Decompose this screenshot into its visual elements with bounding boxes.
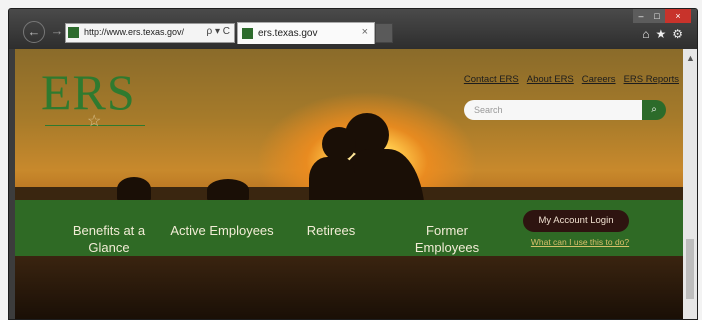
search-button[interactable]: ⌕ [642, 100, 666, 120]
browser-tab[interactable]: ers.texas.gov × [237, 22, 375, 44]
account-login-button[interactable]: My Account Login [523, 210, 629, 232]
window-controls: – □ × [633, 9, 691, 23]
tree-silhouette [117, 177, 151, 201]
search-icon: ⌕ [651, 104, 657, 115]
tab-title: ers.texas.gov [258, 28, 318, 39]
site-favicon-icon [68, 27, 79, 38]
nav-benefits[interactable]: Benefits at a Glance [61, 222, 157, 256]
tab-close-button[interactable]: × [362, 26, 368, 38]
careers-link[interactable]: Careers [582, 74, 616, 85]
address-url: http://www.ers.texas.gov/ [84, 27, 185, 37]
tree-silhouette [207, 179, 249, 201]
ground-silhouette [15, 256, 683, 319]
search-input[interactable]: Search [464, 100, 642, 120]
close-window-button[interactable]: × [665, 9, 691, 23]
minimize-button[interactable]: – [633, 9, 649, 23]
account-help-link[interactable]: What can I use this to do? [522, 237, 638, 247]
nav-former-employees[interactable]: Former Employees [407, 222, 487, 256]
scroll-thumb[interactable] [686, 239, 694, 299]
contact-link[interactable]: Contact ERS [464, 74, 519, 85]
tab-favicon-icon [242, 28, 253, 39]
new-tab-button[interactable] [375, 23, 393, 43]
toolbar-icons[interactable]: ⌂★⚙ [642, 27, 689, 41]
texas-outline-icon: ☆ [87, 113, 102, 130]
child-silhouette [322, 127, 356, 161]
top-links: Contact ERS About ERS Careers ERS Report… [464, 74, 679, 85]
address-tools[interactable]: ρ ▾ C [207, 26, 231, 37]
search-placeholder: Search [474, 105, 503, 115]
browser-window: ← → http://www.ers.texas.gov/ ρ ▾ C ers.… [8, 8, 698, 320]
back-button[interactable]: ← [23, 21, 45, 43]
address-bar[interactable]: http://www.ers.texas.gov/ ρ ▾ C [65, 23, 235, 43]
scroll-up-icon[interactable]: ▲ [686, 53, 695, 63]
nav-active-employees[interactable]: Active Employees [167, 222, 277, 239]
browser-toolbar: ← → http://www.ers.texas.gov/ ρ ▾ C ers.… [9, 9, 697, 49]
about-link[interactable]: About ERS [527, 74, 574, 85]
reports-link[interactable]: ERS Reports [624, 74, 679, 85]
vertical-scrollbar[interactable]: ▲ [683, 49, 697, 319]
maximize-button[interactable]: □ [649, 9, 665, 23]
nav-retirees[interactable]: Retirees [303, 222, 359, 239]
forward-button[interactable]: → [47, 21, 67, 41]
page-viewport: ERS ☆ Contact ERS About ERS Careers ERS … [15, 49, 683, 319]
